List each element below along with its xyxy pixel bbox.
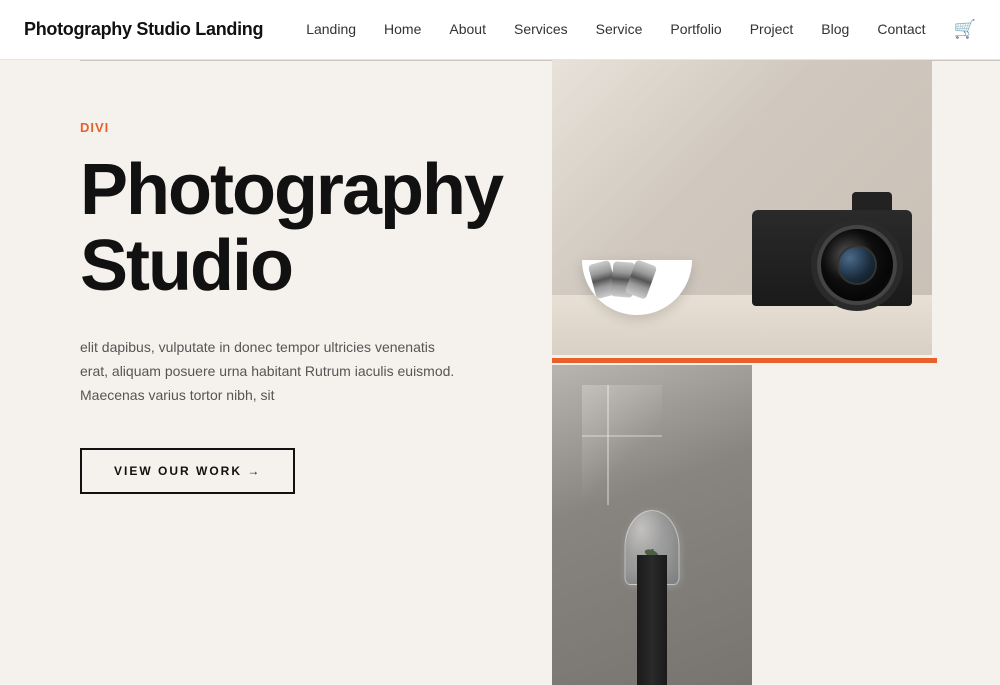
site-logo: Photography Studio Landing <box>24 19 263 40</box>
hero-title-line2: Studio <box>80 226 292 306</box>
camera-image <box>552 60 932 355</box>
nav-links: Landing Home About Services Service Port… <box>306 19 976 40</box>
orange-divider <box>552 358 937 363</box>
minimalist-image <box>552 365 752 685</box>
camera-lens <box>817 225 897 305</box>
divi-label: DIVI <box>80 120 502 135</box>
nav-link-blog[interactable]: Blog <box>821 21 849 37</box>
pedestal <box>637 555 667 685</box>
nav-link-home[interactable]: Home <box>384 21 421 37</box>
hero-images <box>552 80 1000 643</box>
window-light <box>582 385 662 505</box>
nav-link-landing[interactable]: Landing <box>306 21 356 37</box>
minimalist-scene <box>552 365 752 685</box>
camera-scene <box>552 60 932 355</box>
nav-link-project[interactable]: Project <box>750 21 794 37</box>
nav-link-service[interactable]: Service <box>596 21 643 37</box>
cta-button[interactable]: VIEW OUR WORK → <box>80 448 295 494</box>
hero-description: elit dapibus, vulputate in donec tempor … <box>80 336 460 407</box>
nav-link-services[interactable]: Services <box>514 21 568 37</box>
nav-link-about[interactable]: About <box>449 21 486 37</box>
hero-section: DIVI Photography Studio elit dapibus, vu… <box>0 60 1000 643</box>
camera-top-bump <box>852 192 892 212</box>
navbar: Photography Studio Landing Landing Home … <box>0 0 1000 60</box>
hero-title-line1: Photography <box>80 150 502 230</box>
hero-content: DIVI Photography Studio elit dapibus, vu… <box>0 80 552 643</box>
nav-link-portfolio[interactable]: Portfolio <box>670 21 721 37</box>
camera-lens-inner <box>837 245 877 285</box>
hero-title: Photography Studio <box>80 153 502 304</box>
cart-icon[interactable]: 🛒 <box>954 19 976 39</box>
nav-link-contact[interactable]: Contact <box>877 21 925 37</box>
